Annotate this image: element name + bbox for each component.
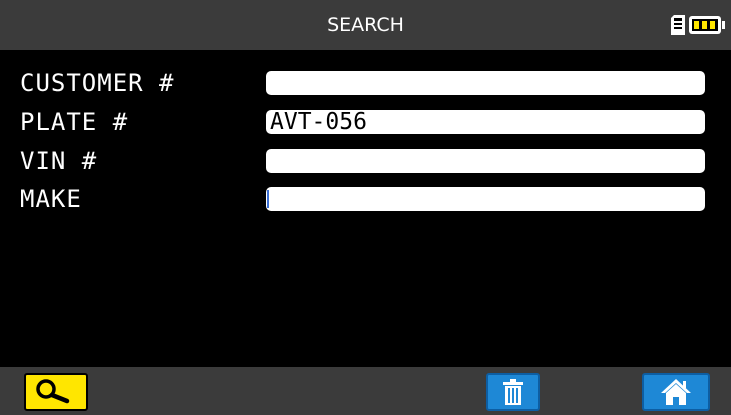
plate-label: PLATE # <box>20 108 129 136</box>
vin-row: VIN # <box>0 146 731 176</box>
title-bar: SEARCH <box>0 0 731 50</box>
home-button[interactable] <box>642 373 710 411</box>
search-button[interactable] <box>24 373 88 411</box>
sd-card-icon <box>671 15 685 35</box>
customer-label: CUSTOMER # <box>20 69 175 97</box>
make-label: MAKE <box>20 185 82 213</box>
delete-button[interactable] <box>486 373 540 411</box>
vin-label: VIN # <box>20 147 98 175</box>
customer-row: CUSTOMER # <box>0 68 731 98</box>
home-icon <box>661 379 691 405</box>
bottom-toolbar <box>0 367 731 415</box>
customer-field[interactable] <box>266 71 705 95</box>
make-row: MAKE <box>0 184 731 214</box>
magnifier-icon <box>36 379 70 404</box>
text-cursor <box>267 190 269 208</box>
search-screen: SEARCH CUSTOMER # PLATE # AVT-056 VIN # … <box>0 0 731 415</box>
battery-icon <box>689 16 725 34</box>
plate-row: PLATE # AVT-056 <box>0 107 731 137</box>
make-field[interactable] <box>266 187 705 211</box>
plate-field[interactable]: AVT-056 <box>266 110 705 134</box>
trash-icon <box>503 379 523 405</box>
status-icons <box>671 14 725 36</box>
plate-value: AVT-056 <box>270 109 367 135</box>
page-title: SEARCH <box>327 14 404 36</box>
vin-field[interactable] <box>266 149 705 173</box>
